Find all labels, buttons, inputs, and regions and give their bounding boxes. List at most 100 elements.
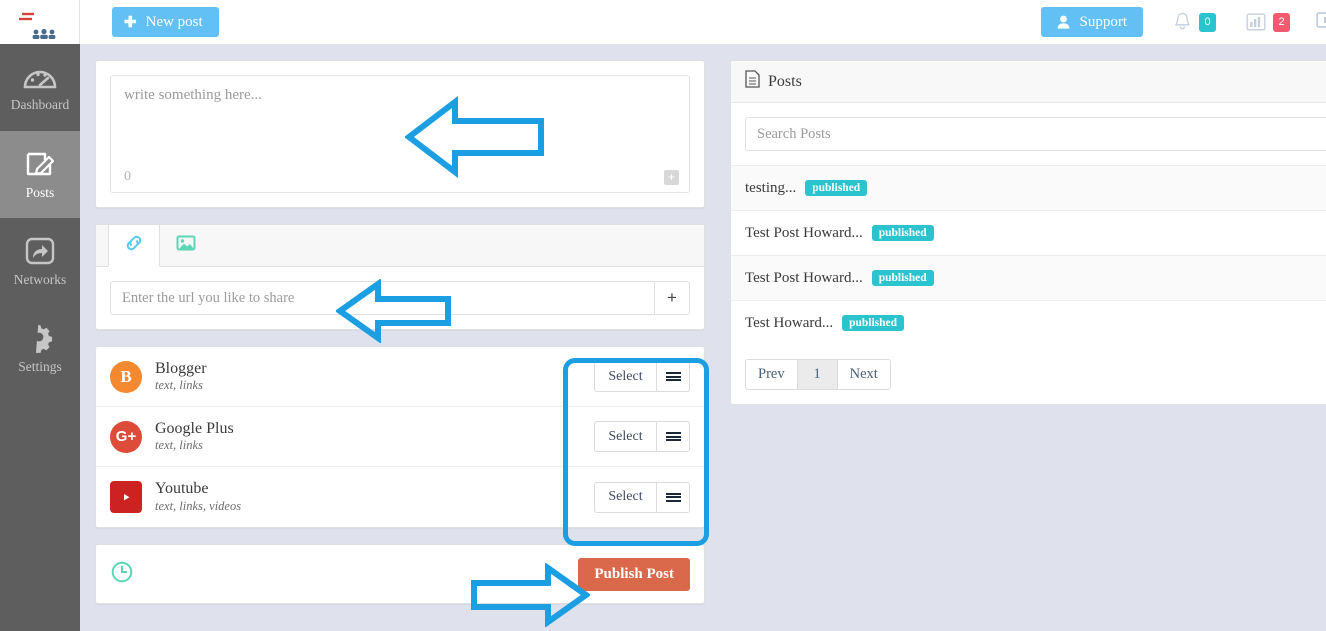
blogger-icon: B <box>110 360 142 393</box>
document-icon <box>745 70 760 93</box>
composer-panel: write something here... 0 + <box>95 60 705 208</box>
post-title: testing... <box>745 179 797 196</box>
sidebar-item-label: Posts <box>25 184 55 200</box>
clock-icon[interactable] <box>110 560 134 589</box>
app-logo[interactable] <box>0 0 80 44</box>
dashboard-icon <box>23 63 57 91</box>
select-button[interactable]: Select <box>594 481 656 513</box>
plus-icon: ✚ <box>124 13 137 31</box>
network-name: Blogger <box>155 359 207 377</box>
sidebar-item-settings[interactable]: Settings <box>0 305 80 392</box>
sidebar-item-posts[interactable]: Posts <box>0 131 80 218</box>
attachment-tabs <box>96 225 704 267</box>
new-post-button[interactable]: ✚ New post <box>112 7 219 37</box>
url-placeholder: Enter the url you like to share <box>122 289 295 306</box>
tab-link[interactable] <box>108 225 160 267</box>
network-row-blogger: B Blogger text, links Select <box>96 347 704 407</box>
status-badge: published <box>871 270 934 286</box>
youtube-icon <box>110 481 142 513</box>
support-label: Support <box>1079 13 1127 30</box>
top-bar: ✚ New post Support 0 2 <box>0 0 1326 44</box>
network-actions: Select <box>594 421 690 452</box>
sidebar-item-label: Networks <box>13 271 67 287</box>
network-row-google-plus: G+ Google Plus text, links Select <box>96 407 704 467</box>
user-icon <box>1058 15 1070 29</box>
analytics-badge: 2 <box>1273 12 1290 32</box>
header-actions: Support 0 2 <box>1041 0 1326 44</box>
pagination: Prev 1 Next <box>731 345 1326 404</box>
notifications-group[interactable]: 0 <box>1173 12 1216 32</box>
hamburger-icon[interactable] <box>656 361 690 392</box>
pagination-page-1[interactable]: 1 <box>796 359 837 390</box>
posts-title: Posts <box>768 72 802 90</box>
sidebar-item-dashboard[interactable]: Dashboard <box>0 44 80 131</box>
search-placeholder: Search Posts <box>757 125 831 142</box>
select-button[interactable]: Select <box>594 421 656 452</box>
add-url-button[interactable]: + <box>654 281 690 315</box>
table-row[interactable]: testing... published 1 days ago <box>731 165 1326 210</box>
sidebar: Dashboard Posts Networks Settings <box>0 44 80 631</box>
publish-panel: Publish Post <box>95 544 705 604</box>
post-title: Test Post Howard... <box>745 224 863 241</box>
posts-column: Posts Search Posts testing... published … <box>730 60 1326 405</box>
support-button[interactable]: Support <box>1041 7 1143 37</box>
expand-plus-icon[interactable]: + <box>664 170 679 185</box>
table-row[interactable]: Test Post Howard... published 1 days ago <box>731 210 1326 255</box>
search-input[interactable]: Search Posts <box>745 117 1326 151</box>
new-post-label: New post <box>145 13 203 30</box>
blogger-glyph: B <box>120 366 132 386</box>
post-editor-column: write something here... 0 + Enter the ur… <box>95 60 705 604</box>
network-actions: Select <box>594 481 690 513</box>
notification-badge: 0 <box>1199 12 1216 32</box>
post-title: Test Post Howard... <box>745 269 863 286</box>
bell-icon[interactable] <box>1173 12 1192 32</box>
network-types: text, links <box>155 438 203 453</box>
search-row: Search Posts <box>731 103 1326 165</box>
status-badge: published <box>805 180 868 196</box>
pagination-prev[interactable]: Prev <box>745 359 797 390</box>
posts-header: Posts <box>731 61 1326 103</box>
composer-placeholder: write something here... <box>124 87 262 103</box>
google-plus-glyph: G+ <box>115 428 137 445</box>
network-text: Blogger text, links <box>155 360 207 393</box>
composer-textarea[interactable]: write something here... 0 + <box>110 75 690 193</box>
table-row[interactable]: Test Howard... published 9 days ago <box>731 300 1326 345</box>
image-icon <box>175 233 197 258</box>
status-badge: published <box>871 225 934 241</box>
networks-icon <box>24 236 56 266</box>
hamburger-icon[interactable] <box>656 421 690 452</box>
network-types: text, links <box>155 378 203 393</box>
network-types: text, links, videos <box>155 498 242 513</box>
bar-chart-icon[interactable] <box>1246 13 1266 31</box>
post-title: Test Howard... <box>745 314 834 331</box>
tab-image[interactable] <box>160 225 212 266</box>
publish-post-button[interactable]: Publish Post <box>578 557 690 591</box>
sidebar-item-networks[interactable]: Networks <box>0 218 80 305</box>
hamburger-icon[interactable] <box>656 481 690 513</box>
network-text: Google Plus text, links <box>155 420 234 453</box>
sidebar-item-label: Dashboard <box>10 96 70 112</box>
pagination-next[interactable]: Next <box>836 359 891 390</box>
attachment-panel: Enter the url you like to share + <box>95 224 705 330</box>
analytics-group[interactable]: 2 <box>1246 12 1290 32</box>
sidebar-item-label: Settings <box>18 358 62 374</box>
logo-icon <box>18 7 55 39</box>
posts-panel: Posts Search Posts testing... published … <box>730 60 1326 405</box>
select-button[interactable]: Select <box>594 361 656 392</box>
link-icon <box>123 233 145 258</box>
url-row: Enter the url you like to share + <box>96 267 704 329</box>
table-row[interactable]: Test Post Howard... published 1 days ago <box>731 255 1326 300</box>
logout-icon[interactable] <box>1316 11 1326 34</box>
url-input[interactable]: Enter the url you like to share <box>110 281 654 315</box>
network-row-youtube: Youtube text, links, videos Select <box>96 467 704 527</box>
main-content: write something here... 0 + Enter the ur… <box>80 44 1326 631</box>
network-actions: Select <box>594 361 690 392</box>
network-name: Youtube <box>155 480 209 498</box>
posts-icon <box>24 149 56 179</box>
settings-icon <box>25 323 55 353</box>
character-counter: 0 <box>124 169 131 184</box>
google-plus-icon: G+ <box>110 420 142 453</box>
networks-panel: B Blogger text, links Select G+ Google P… <box>95 346 705 528</box>
status-badge: published <box>842 315 905 331</box>
network-name: Google Plus <box>155 419 234 437</box>
